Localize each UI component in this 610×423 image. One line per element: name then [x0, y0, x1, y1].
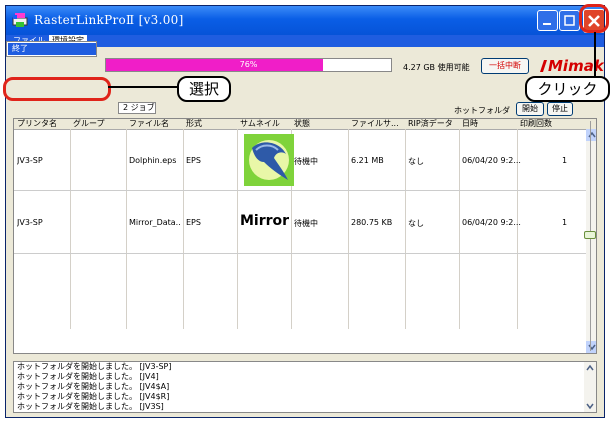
log-panel: ホットフォルダを開始しました。 [JV3-SP] ホットフォルダを開始しました。…	[13, 361, 597, 413]
title-bar: RasterLinkProⅡ [v3.00]	[6, 6, 604, 35]
log-line: ホットフォルダを開始しました。 [JV4]	[17, 372, 159, 381]
window-title: RasterLinkProⅡ [v3.00]	[34, 13, 184, 27]
log-line: ホットフォルダを開始しました。 [JV3S]	[17, 402, 164, 411]
maximize-button[interactable]	[559, 10, 580, 31]
select-callout: 選択	[177, 76, 231, 102]
disk-usage: 4.27 GB 使用可能	[403, 63, 470, 72]
cell-count: 1	[562, 156, 568, 165]
progress-bar: 76%	[105, 58, 392, 72]
splitter-handle[interactable]	[584, 231, 596, 239]
exit-menu-item[interactable]: 終了	[8, 43, 96, 55]
hotfolder-label: ホットフォルダ	[454, 106, 510, 115]
log-line: ホットフォルダを開始しました。 [JV4$R]	[17, 392, 170, 401]
app-window: RasterLinkProⅡ [v3.00] ファイル 環境設定 開く... C…	[5, 5, 605, 418]
cell-file: Mirror_Data....	[129, 218, 181, 227]
log-scrollbar[interactable]	[584, 362, 596, 412]
table-row[interactable]: JV3-SP Mirror_Data.... EPS Mirror 待機中 28…	[14, 191, 586, 254]
logo-mark	[540, 60, 547, 72]
col-date[interactable]: 日時	[462, 119, 478, 129]
mirror-thumbnail: Mirror	[240, 213, 290, 229]
col-size[interactable]: ファイルサ...	[351, 119, 399, 129]
cell-format: EPS	[186, 156, 201, 165]
hotfolder-stop-button[interactable]: 停止	[547, 102, 573, 116]
progress-text: 76%	[239, 60, 258, 69]
file-menu-dropdown: 終了	[6, 41, 97, 57]
hotfolder-start-button[interactable]: 開始	[516, 102, 544, 116]
cell-status: 待機中	[294, 219, 318, 228]
cell-printer: JV3-SP	[17, 218, 43, 227]
dolphin-thumbnail	[244, 134, 294, 186]
cell-file: Dolphin.eps	[129, 156, 177, 165]
col-thumbnail[interactable]: サムネイル	[240, 119, 280, 129]
batch-stop-button[interactable]: 一括中断	[481, 58, 529, 74]
cell-size: 6.21 MB	[351, 156, 384, 165]
select-arrow	[108, 86, 178, 88]
click-callout: クリック	[525, 76, 610, 102]
col-file[interactable]: ファイル名	[129, 119, 169, 129]
cell-format: EPS	[186, 218, 201, 227]
col-status[interactable]: 状態	[294, 119, 310, 129]
chevron-down-icon	[586, 403, 594, 410]
cell-date: 06/04/20 9:2...	[462, 156, 521, 165]
chevron-up-icon	[586, 364, 594, 371]
col-rip[interactable]: RIP済データ	[408, 119, 453, 129]
table-header: プリンタ名 グループ ファイル名 形式 サムネイル 状態 ファイルサ... RI…	[14, 119, 596, 130]
minimize-icon	[543, 23, 551, 25]
col-printer[interactable]: プリンタ名	[17, 119, 57, 129]
minimize-button[interactable]	[537, 10, 558, 31]
maximize-icon	[564, 15, 575, 26]
cell-rip: なし	[408, 219, 424, 228]
close-highlight	[579, 4, 609, 33]
cell-size: 280.75 KB	[351, 218, 393, 227]
log-line: ホットフォルダを開始しました。 [JV3-SP]	[17, 362, 172, 371]
col-group[interactable]: グループ	[73, 119, 105, 129]
cell-status: 待機中	[294, 157, 318, 166]
exit-highlight	[3, 77, 111, 101]
click-arrow	[594, 32, 596, 78]
job-table: プリンタ名 グループ ファイル名 形式 サムネイル 状態 ファイルサ... RI…	[13, 118, 597, 354]
cell-printer: JV3-SP	[17, 156, 43, 165]
cell-rip: なし	[408, 157, 424, 166]
table-row[interactable]: JV3-SP Dolphin.eps EPS 待機中 6.21 MB なし 06…	[14, 130, 586, 191]
printer-app-icon	[12, 13, 28, 27]
col-format[interactable]: 形式	[186, 119, 202, 129]
log-line: ホットフォルダを開始しました。 [JV4$A]	[17, 382, 170, 391]
col-count[interactable]: 印刷回数	[520, 119, 552, 129]
cell-date: 06/04/20 9:2...	[462, 218, 521, 227]
cell-count: 1	[562, 218, 568, 227]
jobs-count: 2 ジョブ	[118, 102, 156, 114]
